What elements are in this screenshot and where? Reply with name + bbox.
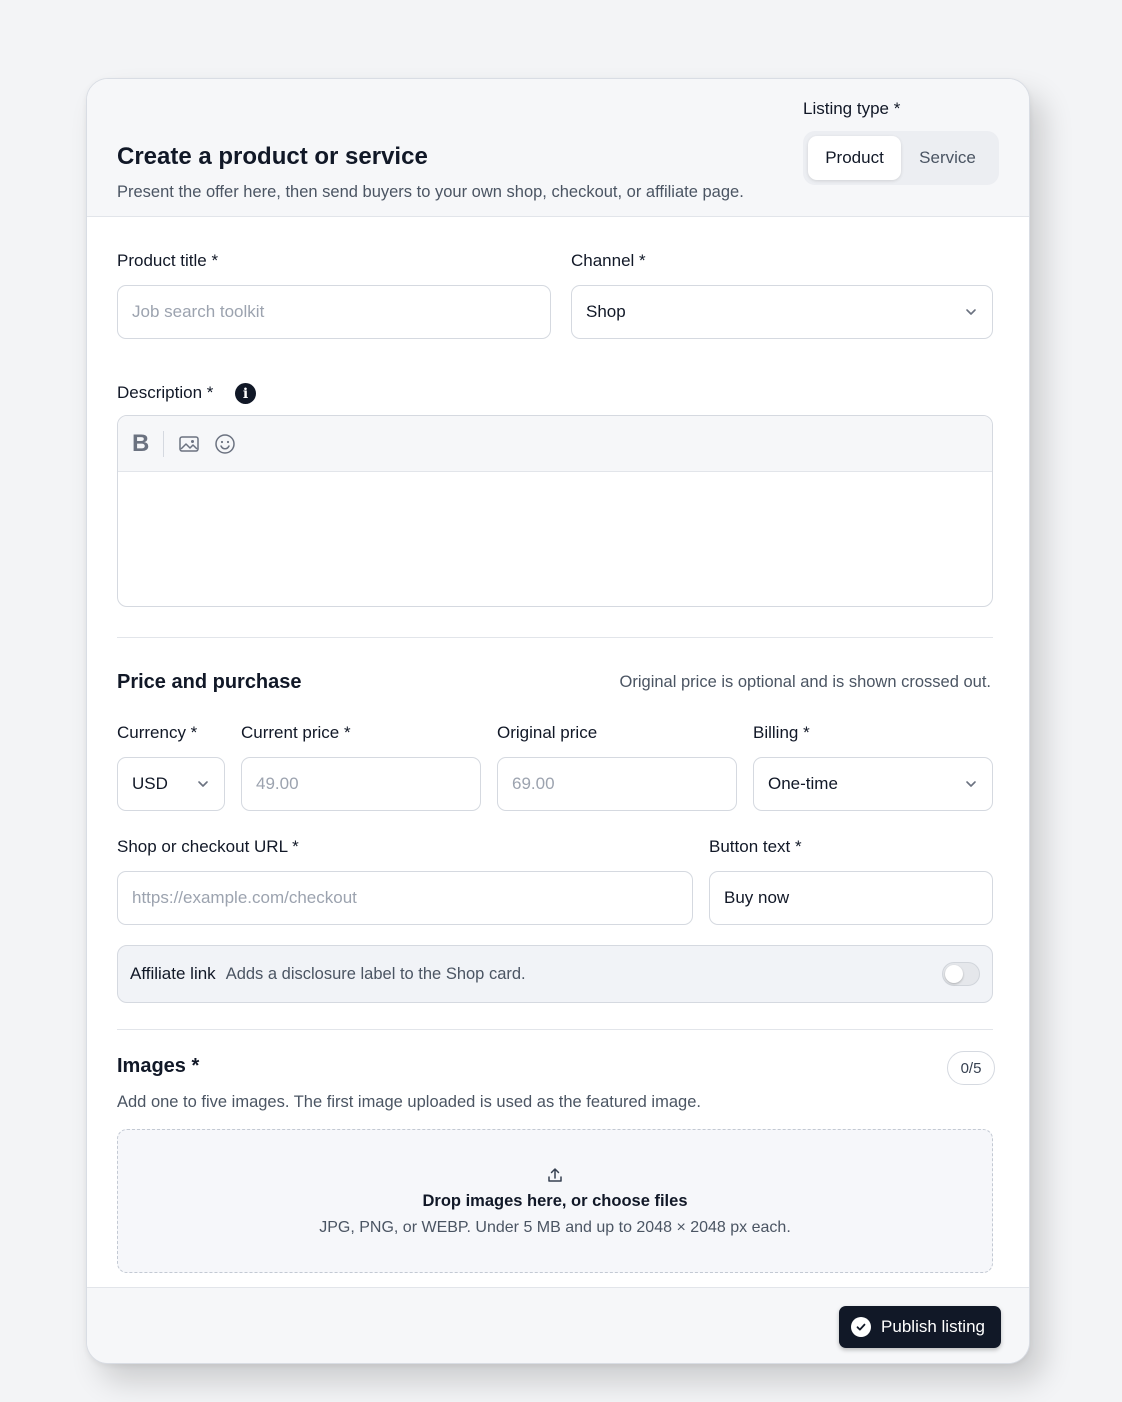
chevron-down-icon — [966, 309, 976, 315]
publish-listing-button[interactable]: Publish listing — [839, 1306, 1001, 1348]
emoji-icon — [215, 433, 236, 454]
description-editor: B — [117, 415, 993, 607]
description-text-area[interactable] — [118, 472, 992, 606]
description-label: Description * — [117, 383, 214, 402]
current-price-field — [241, 757, 481, 811]
dropzone-title: Drop images here, or choose files — [422, 1191, 688, 1210]
billing-select[interactable]: One-time — [753, 757, 993, 811]
chevron-down-icon — [966, 781, 976, 787]
affiliate-link-row: Affiliate link Adds a disclosure label t… — [117, 945, 993, 1003]
affiliate-link-toggle[interactable] — [942, 962, 980, 986]
create-listing-card: Create a product or service Present the … — [86, 78, 1030, 1364]
info-icon[interactable]: i — [235, 383, 256, 404]
section-divider — [117, 637, 993, 638]
price-section-title: Price and purchase — [117, 671, 302, 693]
product-title-input[interactable] — [132, 302, 536, 322]
toolbar-divider — [163, 430, 165, 457]
original-price-label: Original price — [497, 723, 598, 742]
page-title: Create a product or service — [117, 143, 428, 170]
images-section-title: Images * — [117, 1055, 200, 1077]
dropzone-description: JPG, PNG, or WEBP. Under 5 MB and up to … — [319, 1218, 791, 1236]
insert-image-button[interactable] — [178, 433, 200, 455]
checkout-url-label: Shop or checkout URL * — [117, 837, 299, 856]
billing-value: One-time — [768, 774, 838, 793]
toggle-knob — [945, 965, 963, 983]
checkout-url-input[interactable] — [132, 888, 678, 908]
image-icon — [179, 435, 200, 452]
section-divider — [117, 1029, 993, 1030]
card-footer: Publish listing — [87, 1287, 1029, 1363]
price-section-hint: Original price is optional and is shown … — [619, 673, 991, 691]
image-dropzone[interactable]: Drop images here, or choose files JPG, P… — [117, 1129, 993, 1273]
affiliate-link-title: Affiliate link — [130, 964, 216, 983]
upload-icon — [548, 1167, 562, 1182]
product-title-field — [117, 285, 551, 339]
insert-emoji-button[interactable] — [214, 433, 236, 455]
images-counter-badge: 0/5 — [947, 1051, 995, 1085]
page-subtitle: Present the offer here, then send buyers… — [117, 183, 744, 201]
button-text-field[interactable]: Buy now — [709, 871, 993, 925]
listing-type-label: Listing type * — [803, 99, 901, 118]
channel-value: Shop — [586, 302, 626, 321]
button-text-label: Button text * — [709, 837, 802, 856]
images-section-hint: Add one to five images. The first image … — [117, 1093, 701, 1111]
currency-label: Currency * — [117, 723, 198, 742]
original-price-field — [497, 757, 737, 811]
card-header: Create a product or service Present the … — [87, 79, 1029, 217]
publish-listing-label: Publish listing — [881, 1317, 985, 1336]
listing-type-service[interactable]: Service — [901, 136, 994, 180]
original-price-input[interactable] — [512, 774, 722, 794]
currency-value: USD — [132, 774, 168, 793]
bold-button[interactable]: B — [132, 430, 149, 458]
check-circle-icon — [851, 1317, 872, 1337]
editor-toolbar: B — [118, 416, 992, 472]
affiliate-link-description: Adds a disclosure label to the Shop card… — [225, 964, 526, 983]
chevron-down-icon — [198, 781, 208, 787]
channel-select[interactable]: Shop — [571, 285, 993, 339]
listing-type-product[interactable]: Product — [808, 136, 901, 180]
currency-select[interactable]: USD — [117, 757, 225, 811]
checkout-url-field — [117, 871, 693, 925]
billing-label: Billing * — [753, 723, 810, 742]
channel-label: Channel * — [571, 251, 646, 270]
button-text-value: Buy now — [724, 888, 790, 907]
listing-type-toggle: Product Service — [803, 131, 999, 185]
product-title-label: Product title * — [117, 251, 219, 270]
current-price-input[interactable] — [256, 774, 466, 794]
current-price-label: Current price * — [241, 723, 351, 742]
